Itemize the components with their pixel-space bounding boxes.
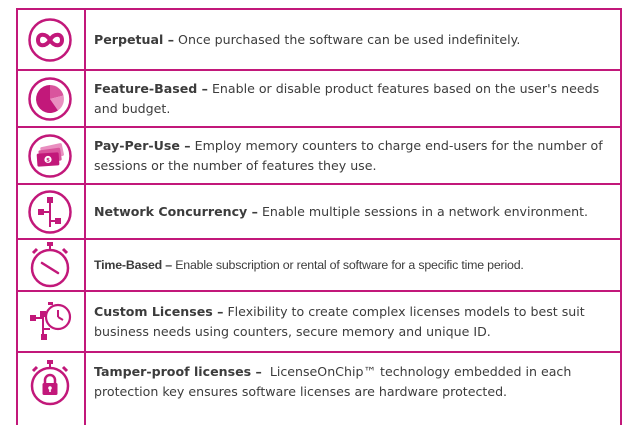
row-text: Time-Based – Enable subscription or rent… — [94, 240, 614, 290]
pie-chart-icon — [28, 76, 72, 121]
infinity-icon — [28, 17, 72, 62]
row-description: Enable multiple sessions in a network en… — [261, 203, 589, 219]
row-icon-cell — [16, 292, 86, 351]
row-icon-cell — [16, 71, 86, 126]
row-title: Perpetual – — [94, 31, 175, 47]
clock-icon — [30, 242, 70, 288]
row-icon-cell — [16, 353, 86, 425]
money-stack-icon: $ — [28, 133, 72, 178]
table-row: Tamper-proof licenses – LicenseOnChip™ t… — [16, 353, 622, 425]
table-row: Network Concurrency – Enable multiple se… — [16, 185, 622, 238]
row-icon-cell — [16, 185, 86, 238]
row-title: Custom Licenses – — [94, 303, 224, 319]
svg-text:$: $ — [46, 157, 50, 163]
licensing-models-table: Perpetual – Once purchased the software … — [16, 8, 622, 425]
row-text: Network Concurrency – Enable multiple se… — [94, 185, 614, 238]
row-text: Tamper-proof licenses – LicenseOnChip™ t… — [94, 353, 614, 425]
table-row: Perpetual – Once purchased the software … — [16, 10, 622, 69]
network-icon — [28, 189, 72, 234]
row-text: Feature-Based – Enable or disable produc… — [94, 71, 614, 126]
lock-timer-icon — [30, 360, 70, 406]
row-title: Feature-Based – — [94, 80, 208, 96]
row-title: Network Concurrency – — [94, 203, 258, 219]
row-icon-cell — [16, 10, 86, 69]
table-row: Time-Based – Enable subscription or rent… — [16, 240, 622, 290]
custom-license-icon — [30, 301, 72, 340]
row-text: Custom Licenses – Flexibility to create … — [94, 292, 614, 351]
row-text: Perpetual – Once purchased the software … — [94, 10, 614, 69]
row-title: Tamper-proof licenses – — [94, 364, 262, 379]
table-row: Feature-Based – Enable or disable produc… — [16, 71, 622, 126]
row-icon-cell — [16, 240, 86, 290]
row-description: Once purchased the software can be used … — [178, 31, 521, 47]
row-title: Time-Based – — [94, 258, 172, 272]
table-row: Custom Licenses – Flexibility to create … — [16, 292, 622, 351]
row-description: Enable subscription or rental of softwar… — [175, 258, 524, 272]
row-text: Pay-Per-Use – Employ memory counters to … — [94, 128, 614, 183]
table-row: $ Pay-Per-Use – Employ memory counters t… — [16, 128, 622, 183]
row-icon-cell: $ — [16, 128, 86, 183]
row-title: Pay-Per-Use – — [94, 137, 191, 153]
